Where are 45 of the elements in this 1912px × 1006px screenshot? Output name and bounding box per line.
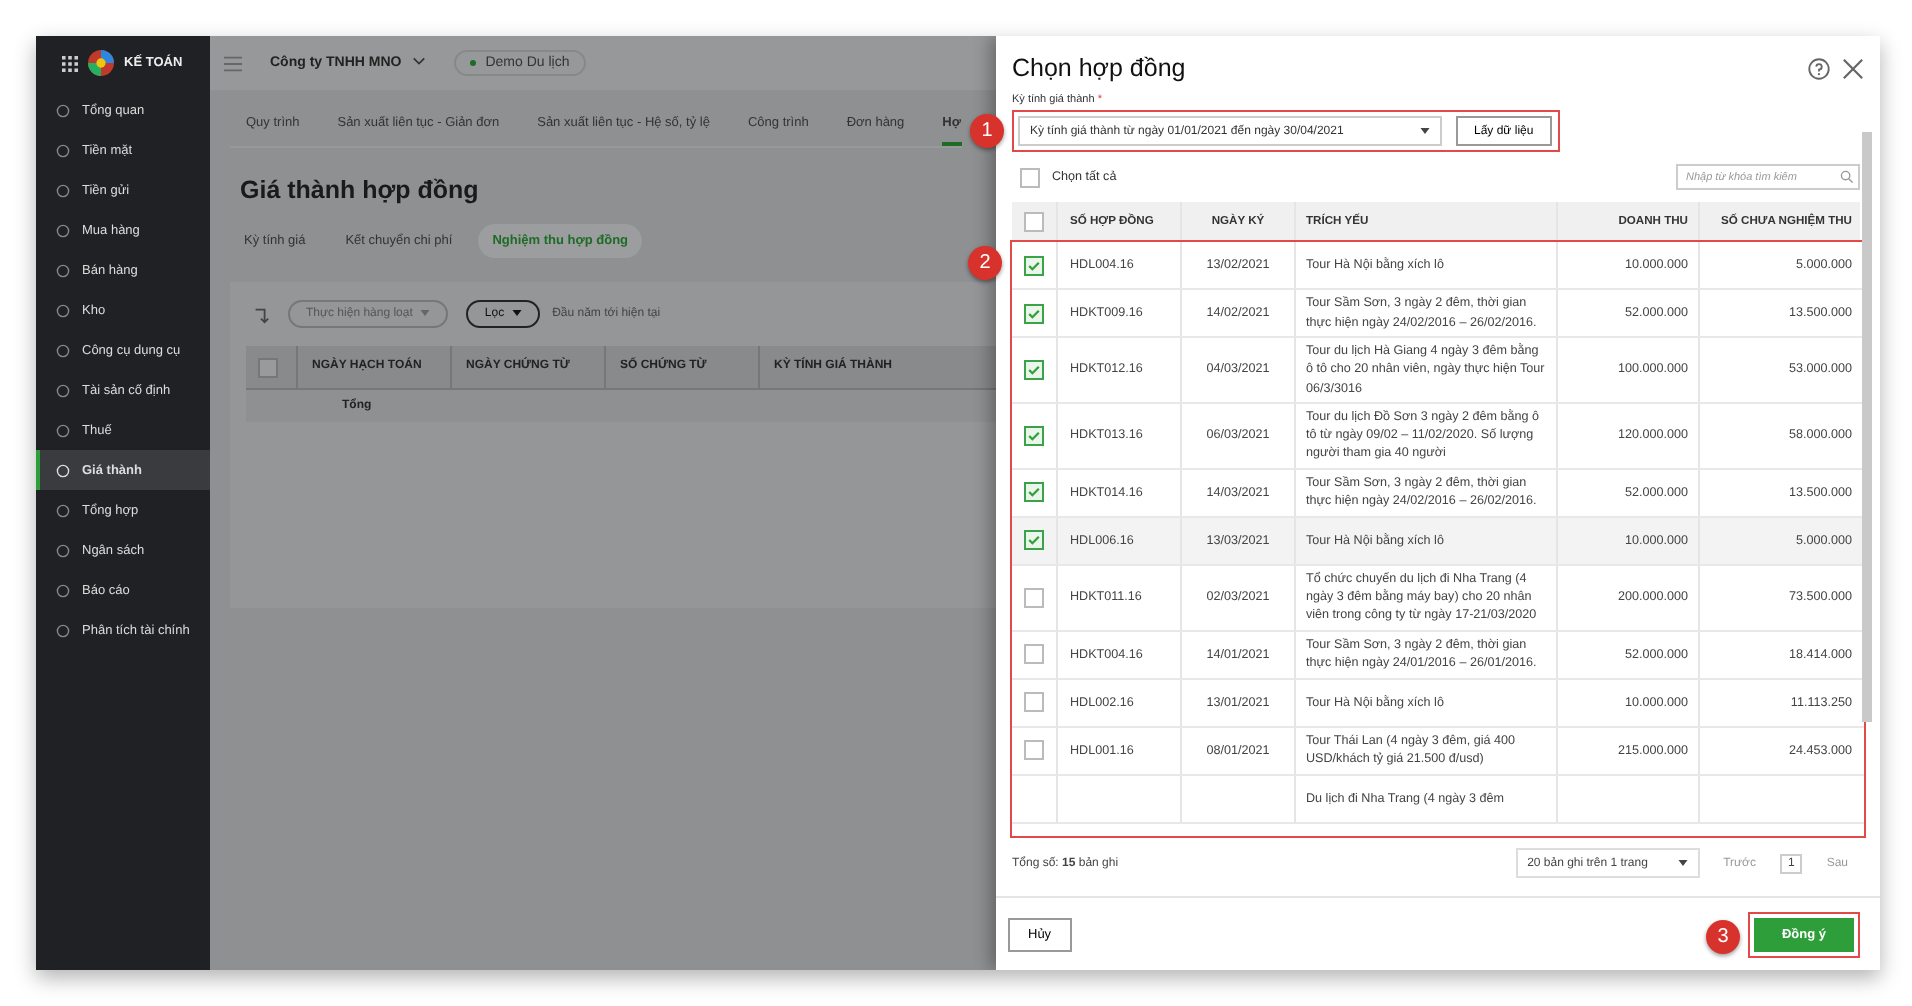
- caret-icon: [512, 310, 523, 316]
- close-icon[interactable]: [1842, 57, 1864, 79]
- checkbox[interactable]: [1024, 255, 1044, 275]
- menu-circle-icon: [56, 343, 70, 357]
- checkbox[interactable]: [1024, 530, 1044, 551]
- checkbox[interactable]: [1024, 644, 1044, 665]
- dialog-title: Chọn hợp đồng: [1012, 54, 1188, 82]
- menu-circle-icon: [56, 143, 70, 157]
- step-badge: 1: [970, 114, 1004, 148]
- page-title: Giá thành hợp đồng: [238, 174, 479, 208]
- checkbox[interactable]: [1024, 692, 1044, 713]
- step-badge: 2: [968, 246, 1002, 280]
- sort-arrow-icon[interactable]: [252, 305, 270, 323]
- checkbox[interactable]: [1020, 167, 1040, 187]
- app-grid-icon[interactable]: [62, 55, 78, 71]
- checkbox[interactable]: [1024, 211, 1044, 231]
- caret-icon: [1677, 860, 1688, 866]
- scrollbar[interactable]: [1862, 132, 1872, 722]
- menu-circle-icon: [56, 223, 70, 237]
- menu-circle-icon: [56, 623, 70, 637]
- menu-circle-icon: [56, 383, 70, 397]
- menu-circle-icon: [56, 583, 70, 597]
- checkbox[interactable]: [1024, 482, 1044, 503]
- step-badge: 3: [1705, 919, 1740, 953]
- checkbox[interactable]: [1024, 425, 1044, 446]
- menu-circle-icon: [56, 503, 70, 517]
- menu-circle-icon: [56, 543, 70, 557]
- menu-circle-icon: [56, 423, 70, 437]
- checkbox[interactable]: [1024, 303, 1044, 323]
- help-icon[interactable]: [1808, 57, 1830, 79]
- checkbox[interactable]: [1024, 359, 1044, 380]
- menu-icon[interactable]: [224, 55, 242, 71]
- menu-circle-icon: [56, 263, 70, 277]
- menu-circle-icon: [56, 303, 70, 317]
- checkbox[interactable]: [1024, 740, 1044, 761]
- chevron-down-icon: [411, 56, 426, 66]
- search-icon[interactable]: [1840, 170, 1854, 184]
- checkbox[interactable]: [258, 357, 278, 377]
- logo-icon: [88, 50, 114, 76]
- menu-circle-icon: [56, 463, 70, 477]
- menu-circle-icon: [56, 183, 70, 197]
- caret-icon: [1420, 128, 1430, 134]
- checkbox[interactable]: [1024, 587, 1044, 608]
- menu-circle-icon: [56, 103, 70, 117]
- caret-icon: [420, 310, 431, 316]
